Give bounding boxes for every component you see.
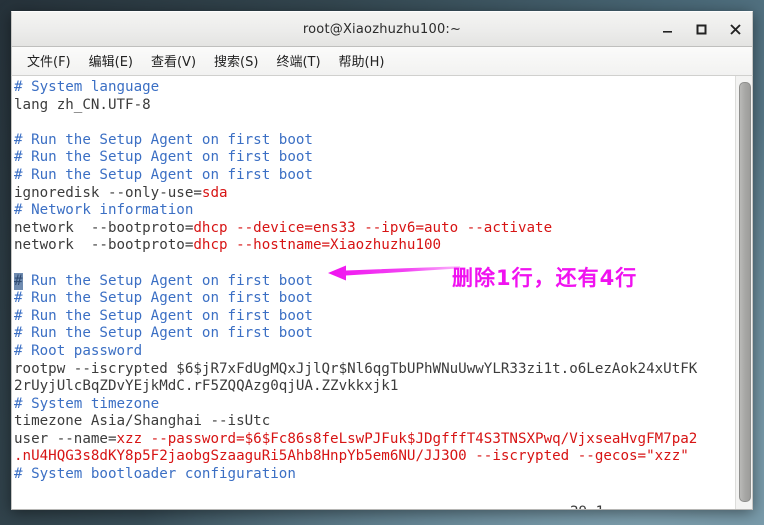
terminal-text-segment: # System bootloader configuration: [14, 466, 296, 483]
terminal-text-area[interactable]: # System language lang zh_CN.UTF-8 # Run t…: [12, 76, 735, 509]
terminal-line: network --bootproto=dhcp --hostname=Xiao…: [14, 237, 735, 255]
terminal-text-segment: ignoredisk --only-use=: [14, 184, 202, 201]
terminal-lines: # System language lang zh_CN.UTF-8 # Run t…: [14, 79, 735, 484]
terminal-text-segment: dhcp --device=ens33 --ipv6=auto --activa…: [193, 219, 553, 236]
cursor-position-indicator: 29,1: [570, 504, 604, 509]
terminal-text-segment: # Run the Setup Agent on first boot: [14, 325, 313, 342]
terminal-text-segment: # Run the Setup Agent on first boot: [14, 290, 313, 307]
terminal-text-segment: # System language: [14, 79, 160, 95]
close-button[interactable]: [728, 22, 743, 37]
terminal-line: # Run the Setup Agent on first boot: [14, 308, 735, 326]
window-controls: [660, 12, 743, 46]
terminal-line: rootpw --iscrypted $6$jR7xFdUgMQxJjlQr$N…: [14, 361, 735, 379]
desktop-background: root@Xiaozhuzhu100:~ 文件(F) 编辑(E) 查看(V) 搜…: [0, 0, 764, 525]
terminal-text-segment: rootpw --iscrypted $6$jR7xFdUgMQxJjlQr$N…: [14, 360, 698, 377]
terminal-line: # Run the Setup Agent on first boot: [14, 290, 735, 308]
terminal-line: lang zh_CN.UTF-8: [14, 97, 735, 115]
terminal-line: .nU4HQG3s8dKY8p5F2jaobgSzaaguRi5Ahb8HnpY…: [14, 448, 735, 466]
terminal-scrollbar[interactable]: [735, 76, 752, 509]
scrollbar-thumb[interactable]: [739, 82, 751, 502]
menu-item-view[interactable]: 查看(V): [143, 48, 204, 74]
terminal-text-segment: sda: [201, 184, 228, 201]
terminal-line: ignoredisk --only-use=sda: [14, 185, 735, 203]
terminal-text-segment: 2rUyjUlcBqZDvYEjkMdC.rF5ZQQAzg0qjUA.ZZvk…: [14, 378, 399, 395]
text-cursor: #: [14, 272, 23, 291]
maximize-button[interactable]: [694, 22, 709, 37]
menu-item-help[interactable]: 帮助(H): [331, 48, 393, 74]
terminal-line: # System bootloader configuration: [14, 466, 735, 484]
menu-item-terminal[interactable]: 终端(T): [268, 48, 328, 74]
terminal-text-segment: # Network information: [14, 202, 194, 219]
terminal-text-segment: dhcp --hostname=Xiaozhuzhu100: [193, 237, 442, 254]
terminal-text-segment: network --bootproto=: [14, 219, 194, 236]
terminal-text-segment: # Root password: [14, 342, 143, 359]
terminal-text-segment: Run the Setup Agent on first boot: [22, 272, 313, 289]
terminal-line: # Root password: [14, 343, 735, 361]
menu-item-file[interactable]: 文件(F): [19, 48, 79, 74]
terminal-window: root@Xiaozhuzhu100:~ 文件(F) 编辑(E) 查看(V) 搜…: [11, 11, 753, 510]
terminal-line: timezone Asia/Shanghai --isUtc: [14, 413, 735, 431]
terminal-line: # Run the Setup Agent on first boot: [14, 132, 735, 150]
terminal-text-segment: # Run the Setup Agent on first boot: [14, 149, 313, 166]
terminal-text-segment: # System timezone: [14, 395, 160, 412]
minimize-button[interactable]: [660, 22, 675, 37]
terminal-text-segment: # Run the Setup Agent on first boot: [14, 307, 313, 324]
menu-item-edit[interactable]: 编辑(E): [81, 48, 141, 74]
terminal-text-segment: timezone Asia/Shanghai --isUtc: [14, 413, 271, 430]
terminal-line: # Run the Setup Agent on first boot: [14, 167, 735, 185]
terminal-line: user --name=xzz --password=$6$Fc86s8feLs…: [14, 431, 735, 449]
terminal-line: # Run the Setup Agent on first boot: [14, 272, 735, 291]
terminal-text-segment: # Run the Setup Agent on first boot: [14, 131, 313, 148]
terminal-body: # System language lang zh_CN.UTF-8 # Run t…: [11, 76, 753, 510]
menu-item-search[interactable]: 搜索(S): [206, 48, 266, 74]
terminal-text-segment: .nU4HQG3s8dKY8p5F2jaobgSzaaguRi5Ahb8HnpY…: [14, 448, 689, 465]
terminal-text-segment: # Run the Setup Agent on first boot: [14, 166, 313, 183]
terminal-line: network --bootproto=dhcp --device=ens33 …: [14, 220, 735, 238]
terminal-line: # Run the Setup Agent on first boot: [14, 149, 735, 167]
terminal-text-segment: lang zh_CN.UTF-8: [14, 96, 151, 113]
terminal-line: # System timezone: [14, 396, 735, 414]
terminal-line: 2rUyjUlcBqZDvYEjkMdC.rF5ZQQAzg0qjUA.ZZvk…: [14, 378, 735, 396]
vim-status-line: 29,1 27%: [12, 488, 735, 509]
terminal-line: # System language: [14, 79, 735, 97]
window-title: root@Xiaozhuzhu100:~: [302, 21, 462, 37]
terminal-text-segment: network --bootproto=: [14, 237, 194, 254]
terminal-text-segment: xzz --password=$6$Fc86s8feLswPJFuk$JDgff…: [116, 430, 698, 447]
terminal-line: # Network information: [14, 202, 735, 220]
menu-bar: 文件(F) 编辑(E) 查看(V) 搜索(S) 终端(T) 帮助(H): [11, 47, 753, 76]
window-titlebar[interactable]: root@Xiaozhuzhu100:~: [11, 11, 753, 47]
terminal-line: # Run the Setup Agent on first boot: [14, 325, 735, 343]
terminal-text-segment: user --name=: [14, 430, 117, 447]
